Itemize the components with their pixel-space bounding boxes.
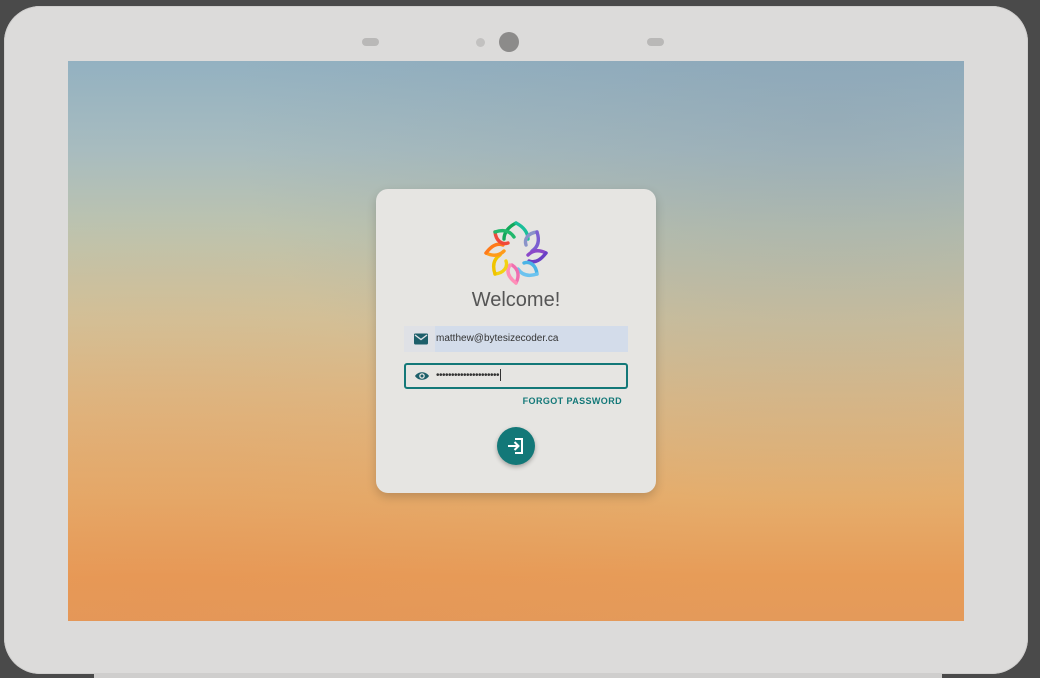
email-icon [414,333,428,345]
device-screen: Welcome! matthew@bytesizecoder.ca ••••••… [68,61,964,621]
login-button[interactable] [497,427,535,465]
speaker-right [647,38,664,46]
forgot-password-link[interactable]: FORGOT PASSWORD [523,396,622,406]
password-field[interactable]: ••••••••••••••••••••• [404,363,628,389]
password-value[interactable]: ••••••••••••••••••••• [436,365,502,387]
logo-icon [484,221,548,285]
device-frame: Welcome! matthew@bytesizecoder.ca ••••••… [4,6,1028,674]
speaker-left [362,38,379,46]
email-field[interactable]: matthew@bytesizecoder.ca [404,326,628,352]
visibility-icon[interactable] [414,369,430,383]
email-value[interactable]: matthew@bytesizecoder.ca [436,326,558,352]
text-caret [500,369,502,382]
camera [499,32,519,52]
light-sensor [476,38,485,47]
login-icon [508,438,523,454]
welcome-heading: Welcome! [471,289,561,311]
login-card: Welcome! matthew@bytesizecoder.ca ••••••… [376,189,656,493]
password-mask: ••••••••••••••••••••• [436,370,500,381]
